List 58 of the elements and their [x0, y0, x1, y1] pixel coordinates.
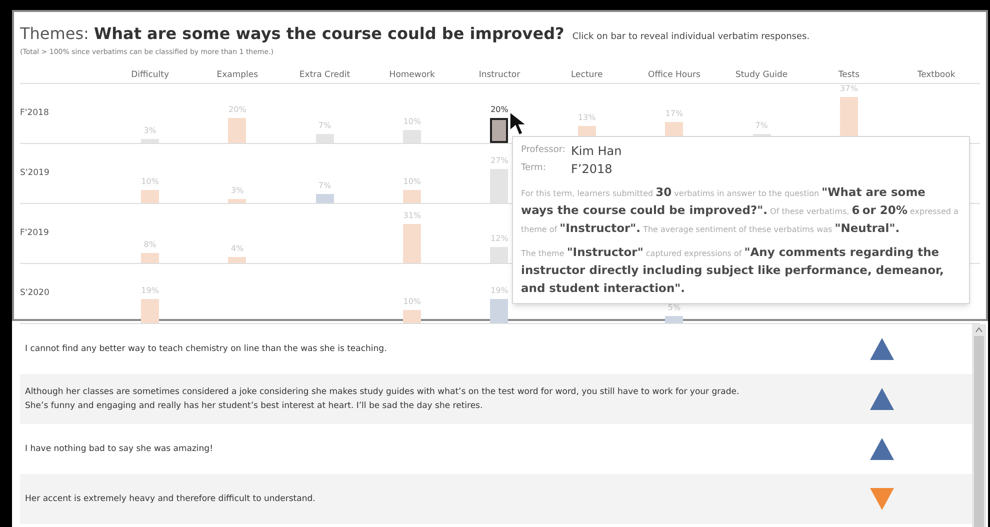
scroll-thumb[interactable]: [974, 336, 984, 527]
term-label: S'2019: [20, 166, 50, 180]
bar-value: 17%: [665, 108, 684, 119]
term-label: F'2018: [20, 106, 49, 120]
column-header: Lecture: [570, 68, 604, 82]
page-title: Themes: What are some ways the course could be improved?: [20, 23, 564, 45]
verbatim-text: I cannot find any better way to teach chemistry on line than the was she is teaching.: [24, 343, 388, 356]
professor-label: Professor:: [521, 144, 566, 158]
bar-value: 20%: [490, 104, 508, 115]
bar-value: 7%: [318, 180, 332, 191]
verbatim-row[interactable]: Her accent is extremely heavy and therefore difficult to understand.: [20, 474, 972, 524]
column-header: Textbook: [916, 68, 956, 82]
column-header: Difficulty: [130, 68, 170, 82]
verbatim-row[interactable]: [20, 374, 972, 424]
term-label: S'2020: [20, 286, 50, 300]
column-header: Examples: [216, 68, 260, 82]
bar-value: 4%: [231, 244, 244, 254]
up-triangle-icon: [870, 438, 894, 460]
bar-value: 37%: [840, 84, 858, 94]
column-header: Homework: [388, 68, 436, 82]
bar-value: 7%: [755, 120, 768, 131]
term-label: F'2019: [20, 226, 49, 240]
bar-value: 13%: [578, 113, 596, 124]
bar-value: 10%: [403, 297, 422, 308]
verbatim-text: Although her classes are sometimes considered a joke considering she makes study guides with what’s on the test word for word, you still have to work for your grade. She’s funny and engaging and really has her student’s best interest at heart. I’ll be sad the day she retires.: [24, 386, 740, 413]
bar-value: 7%: [318, 120, 332, 131]
bar-value: 10%: [403, 177, 422, 188]
bar-value: 27%: [490, 156, 508, 166]
term-label: Term:: [521, 162, 547, 176]
column-header: Tests: [837, 68, 861, 82]
up-triangle-icon: [870, 338, 894, 360]
bar-value: 10%: [141, 177, 159, 188]
bar-value: 3%: [144, 126, 156, 136]
column-header: Office Hours: [647, 68, 702, 82]
verbatim-text: I have nothing bad to say she was amazing!: [24, 443, 214, 456]
bar-value: 20%: [228, 104, 246, 115]
bar-value: 19%: [490, 286, 508, 296]
down-triangle-icon: [870, 488, 894, 510]
bar-value: 31%: [403, 211, 422, 222]
definition-text: The theme "Instructor" captured expressions of "Any comments regarding the instructor directly including subject like performance, demeanor, and student interaction".: [521, 244, 945, 297]
scroll-up-icon[interactable]: [975, 326, 983, 334]
column-header: Instructor: [478, 68, 522, 82]
bar-value: 12%: [490, 234, 508, 244]
bar-value: 5%: [668, 303, 681, 314]
bar-value: 10%: [403, 117, 422, 128]
bar-value: 8%: [144, 240, 156, 250]
bar-value: 3%: [231, 186, 244, 196]
column-header: Extra Credit: [298, 68, 352, 82]
verbatim-text: Her accent is extremely heavy and therefore difficult to understand.: [24, 493, 316, 506]
hint-text: Click on bar to reveal individual verbatim responses.: [572, 31, 810, 44]
bar[interactable]: [490, 118, 508, 142]
professor-name: Kim Han: [571, 143, 622, 160]
term-value: F’2018: [571, 161, 612, 178]
up-triangle-icon: [870, 388, 894, 410]
scrollbar[interactable]: [972, 324, 986, 527]
bar-value: 19%: [141, 286, 159, 296]
column-header: Study Guide: [734, 68, 789, 82]
summary-text: For this term, learners submitted 30 verbatims in answer to the question "What are some ways the course could be improved?". Of these verbatims, 6 or 20% expressed a theme of "Instructor". The average sentiment of these verbatims was "Neutral".: [521, 184, 960, 237]
